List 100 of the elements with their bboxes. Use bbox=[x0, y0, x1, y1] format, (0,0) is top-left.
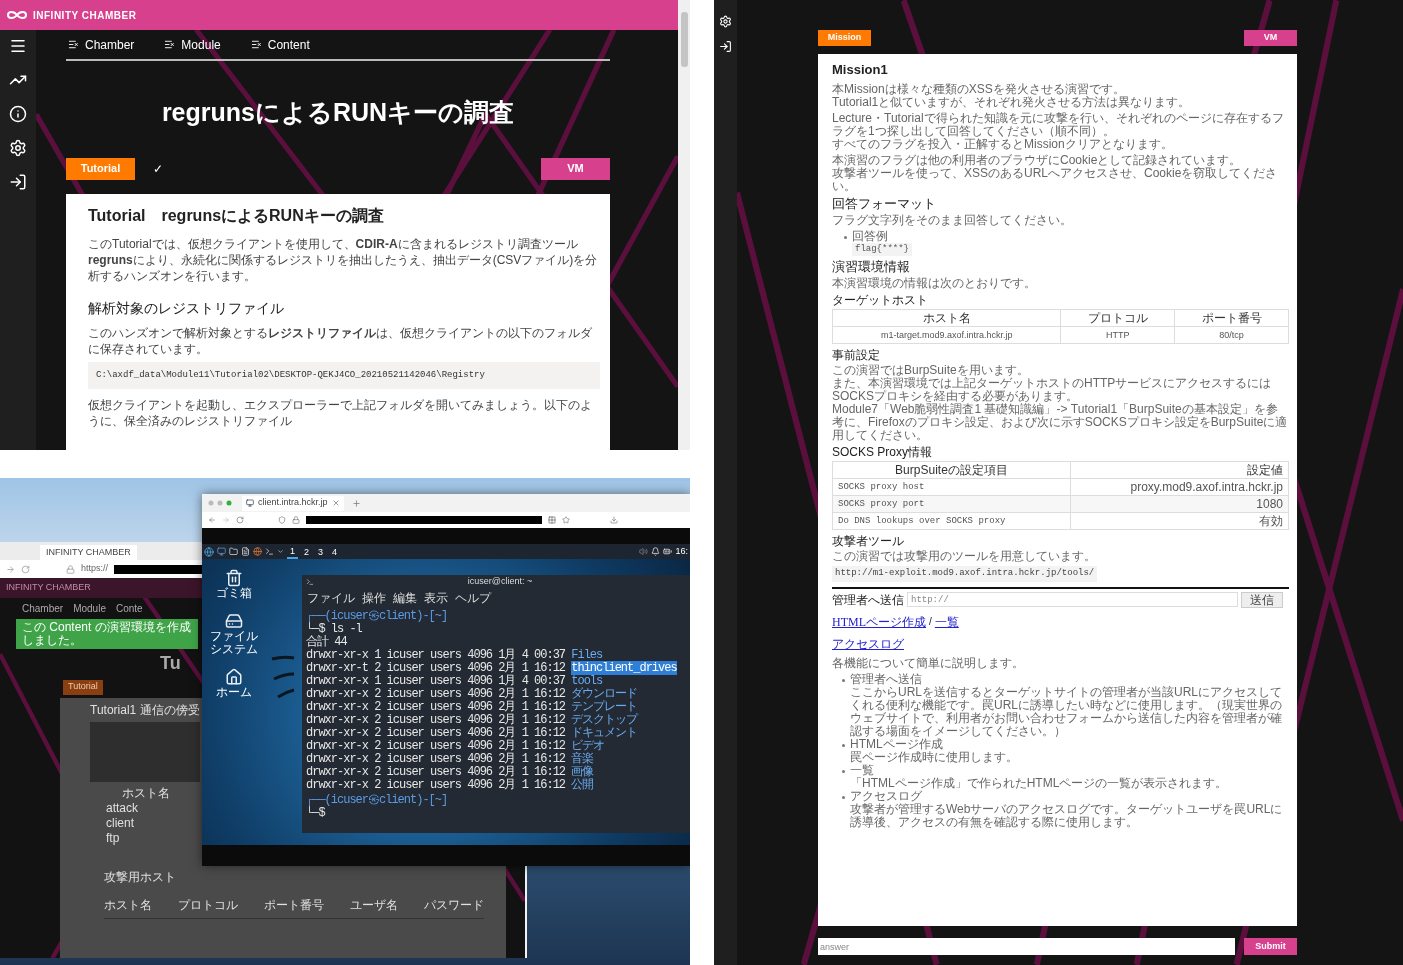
description: ここからURLを送信するとターゲットサイトの管理者が当該URLにアクセスしてくれる便利な機能です。罠URLに誘導したい時などに使用します。（現実世界のウェブサイトで、利用者がお問い合わせフォームから送信した内容を管理者が確認する場面をイメージしてください。） bbox=[850, 685, 1283, 738]
table-cell: ホスト名 bbox=[122, 786, 170, 801]
login-arrow-icon[interactable] bbox=[719, 40, 732, 53]
page-link[interactable]: 一覧 bbox=[934, 612, 959, 631]
description: 攻撃者が管理するWebサーバのアクセスログです。ターゲットユーザを罠URLに誘導後、アクセスの有無を確認する際に使用します。 bbox=[850, 802, 1284, 829]
section-heading: 攻撃用ホスト bbox=[104, 869, 176, 886]
vm-button[interactable]: VM bbox=[1244, 30, 1297, 46]
terminal-line: drwxr-xr-x 1 icuser users 4096 1月 4 00:37 tools bbox=[306, 675, 603, 688]
page-link[interactable]: アクセスログ bbox=[832, 634, 904, 653]
table-header: プロトコル bbox=[1060, 309, 1175, 327]
description: 罠ページ作成時に使用します。 bbox=[850, 750, 1018, 764]
answer-field[interactable]: answer bbox=[818, 938, 1235, 955]
card-heading: Tutorial1 通信の傍受 bbox=[90, 702, 200, 719]
brand-name: INFINITY CHAMBER bbox=[33, 8, 137, 23]
browser-tab[interactable]: client.intra.hckr.jp bbox=[242, 495, 344, 511]
menu-item[interactable]: 操作 bbox=[362, 588, 386, 607]
desktop-icon[interactable] bbox=[217, 547, 226, 556]
reload-icon[interactable] bbox=[236, 516, 244, 524]
menu-item[interactable]: 表示 bbox=[424, 588, 448, 607]
menu-item[interactable]: 編集 bbox=[393, 588, 417, 607]
shield-icon bbox=[278, 516, 286, 524]
table-cell: Do DNS lookups over SOCKS proxy bbox=[832, 512, 1071, 530]
page-title: regrunsによるRUNキーの調査 bbox=[161, 97, 515, 128]
terminal-prompt: ┌──(icuser㉿client)-[~] bbox=[306, 610, 448, 623]
info-icon[interactable] bbox=[9, 105, 27, 123]
vm-button[interactable]: VM bbox=[541, 157, 610, 180]
description: 「HTMLページ作成」で作られたHTMLページの一覧が表示されます。 bbox=[850, 776, 1228, 790]
drive-icon[interactable] bbox=[225, 612, 243, 630]
desktop-shortcut-label[interactable]: ファイルシステム bbox=[206, 630, 262, 656]
nav-link[interactable]: Chamber bbox=[68, 35, 135, 54]
section-heading: 回答フォーマット bbox=[832, 195, 937, 212]
terminal-line: drwxr-xr-x 2 icuser users 4096 2月 1 16:12 ビデオ bbox=[306, 740, 605, 753]
paragraph: また、本演習環境では上記ターゲットホストのHTTPサービスにアクセスするにはSOCKSプロキシを経由する必要があります。 bbox=[832, 377, 1273, 403]
table-cell: 有効 bbox=[1070, 512, 1289, 530]
grid-icon[interactable] bbox=[548, 516, 556, 524]
settings-icon[interactable] bbox=[719, 15, 732, 28]
document-icon[interactable] bbox=[241, 547, 250, 556]
login-arrow-icon[interactable] bbox=[9, 173, 27, 191]
bullet-icon bbox=[842, 743, 845, 747]
terminal-line: drwxr-xr-x 2 icuser users 4096 2月 1 16:12 テンプレート bbox=[306, 701, 638, 714]
battery-icon bbox=[663, 547, 673, 556]
tutorial-button[interactable]: Tutorial bbox=[63, 679, 103, 695]
bullet-icon bbox=[844, 235, 847, 239]
list-icon bbox=[164, 39, 176, 50]
submit-button[interactable]: Submit bbox=[1244, 938, 1297, 955]
mission-title: Mission1 bbox=[832, 61, 889, 79]
trash-can-icon[interactable] bbox=[225, 569, 243, 587]
window-title: icuser@client: ~ bbox=[466, 575, 534, 589]
desktop-shortcut-label[interactable]: ゴミ箱 bbox=[216, 587, 252, 600]
terminal-line: drwxr-xr-x 2 icuser users 4096 2月 1 16:12 ダウンロード bbox=[306, 688, 638, 701]
list-item: 管理者へ送信 bbox=[850, 672, 923, 686]
download-icon[interactable] bbox=[610, 516, 618, 524]
bullet-icon bbox=[842, 795, 845, 799]
new-tab-icon[interactable] bbox=[351, 498, 361, 508]
workspace-tab[interactable]: 2 bbox=[301, 545, 313, 558]
paragraph: 仮想クライアントを起動し、エクスプローラーで上記フォルダを開いてみましょう。以下のように、保全済みのレジストリファイル bbox=[88, 397, 593, 429]
nav-link[interactable]: Module bbox=[164, 35, 221, 54]
list-item: HTMLページ作成 bbox=[850, 737, 944, 751]
bookmark-star-icon[interactable] bbox=[562, 516, 570, 524]
caret-icon[interactable] bbox=[277, 548, 284, 555]
desktop-shortcut-label[interactable]: ホーム bbox=[216, 686, 252, 699]
house-icon[interactable] bbox=[225, 668, 243, 686]
browser-icon[interactable] bbox=[253, 547, 262, 556]
terminal-output: 合計 44 bbox=[306, 636, 347, 649]
section-heading: 演習環境情報 bbox=[832, 259, 911, 275]
url-text: https:// bbox=[81, 562, 108, 576]
terminal-icon[interactable] bbox=[265, 547, 274, 556]
paragraph: 本演習のフラグは他の利用者のブラウザにCookieとして記録されています。 bbox=[832, 153, 1243, 167]
table-cell: HTTP bbox=[1060, 326, 1175, 344]
terminal-prompt: ┌──(icuser㉿client)-[~] bbox=[306, 794, 448, 807]
scrollbar[interactable] bbox=[678, 0, 690, 450]
close-tab-icon[interactable] bbox=[331, 499, 340, 507]
table-header: 設定値 bbox=[1070, 461, 1289, 479]
notification-bell-icon[interactable] bbox=[651, 547, 661, 556]
page-link[interactable]: HTMLページ作成 bbox=[832, 612, 926, 631]
table-cell: ftp bbox=[106, 831, 120, 846]
url-field[interactable]: http:// bbox=[907, 592, 1238, 607]
menu-item[interactable]: ファイル bbox=[307, 588, 355, 607]
send-button[interactable]: 送信 bbox=[1241, 591, 1283, 608]
workspace-tab[interactable]: 3 bbox=[315, 545, 327, 558]
settings-icon[interactable] bbox=[9, 139, 27, 157]
terminal-line: drwxr-xr-x 1 icuser users 4096 1月 4 00:37 Files bbox=[306, 649, 603, 662]
table-header: ホスト名 bbox=[832, 309, 1061, 327]
menu-item[interactable]: ヘルプ bbox=[455, 588, 491, 607]
window-buttons-icon[interactable] bbox=[208, 500, 234, 506]
favicon-icon bbox=[246, 499, 254, 507]
code-block: C:\axdf_data\Module11\Tutorial02\DESKTOP-QEKJ4CO_20210521142046\Registry bbox=[88, 361, 600, 389]
list-item: 一覧 bbox=[850, 763, 875, 777]
table-cell: proxy.mod9.axof.intra.hckr.jp bbox=[1070, 478, 1289, 496]
list-item: 回答例 bbox=[852, 229, 888, 243]
terminal-line: drwxr-xr-x 2 icuser users 4096 2月 1 16:12 画像 bbox=[306, 766, 594, 779]
menu-icon[interactable] bbox=[9, 37, 27, 55]
workspace-tab[interactable]: 4 bbox=[329, 545, 341, 558]
nav-link[interactable]: Content bbox=[250, 35, 310, 54]
folder-icon[interactable] bbox=[229, 547, 238, 556]
table-header: ユーザ名 bbox=[350, 897, 398, 914]
check-mark: ✓ bbox=[153, 160, 163, 178]
browser-tab[interactable]: INFINITY CHAMBER bbox=[40, 545, 137, 560]
paragraph: この演習ではBurpSuiteを用います。 bbox=[832, 364, 1030, 377]
inline-code: flag{****} bbox=[852, 242, 912, 256]
